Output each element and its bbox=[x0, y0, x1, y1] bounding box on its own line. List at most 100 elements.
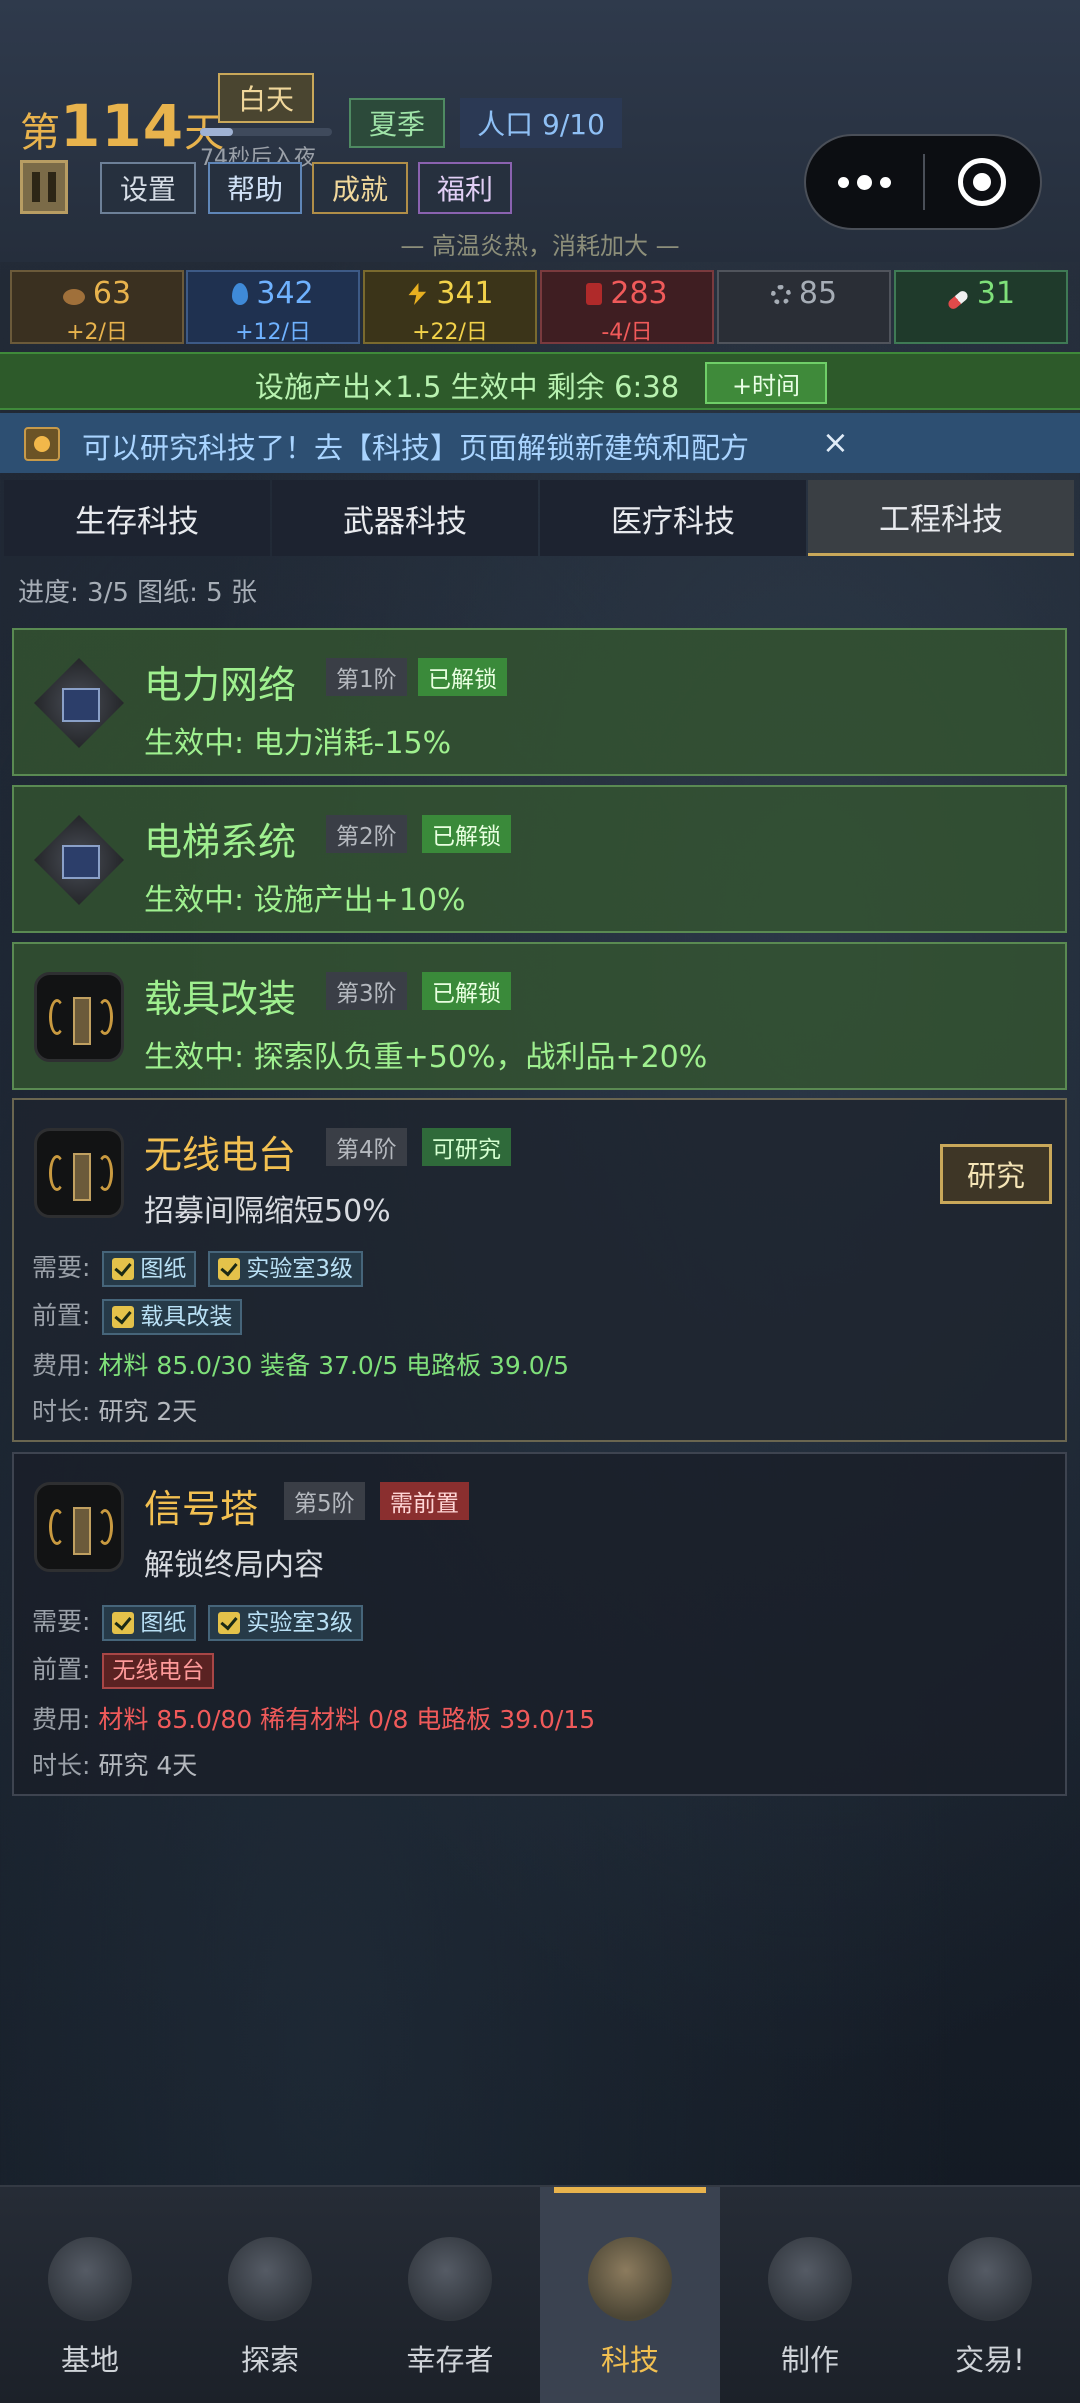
notice-text: 可以研究科技了！去【科技】页面解锁新建筑和配方 bbox=[82, 431, 750, 465]
status-badge: 可研究 bbox=[422, 1128, 511, 1166]
tech-flask-icon bbox=[588, 2237, 672, 2321]
resource-water[interactable]: 342 +12/日 bbox=[186, 270, 360, 345]
nav-craft[interactable]: 制作 bbox=[720, 2187, 900, 2403]
tech-effect: 生效中: 电力消耗-15% bbox=[144, 726, 452, 761]
welfare-button[interactable]: 福利 bbox=[418, 162, 512, 214]
day-prefix: 第 bbox=[20, 110, 60, 156]
requirements-row: 需要: 图纸 实验室3级 bbox=[32, 1602, 363, 1641]
prerequisite-chip: 载具改装 bbox=[102, 1299, 243, 1335]
resource-rate: -4/日 bbox=[601, 320, 653, 345]
base-icon bbox=[48, 2237, 132, 2321]
nav-survivors[interactable]: 幸存者 bbox=[360, 2187, 540, 2403]
tech-tier: 第5阶 bbox=[284, 1482, 365, 1520]
resource-rate: +12/日 bbox=[235, 320, 311, 345]
resource-energy[interactable]: 341 +22/日 bbox=[363, 270, 537, 345]
tech-effect: 生效中: 探索队负重+50%，战利品+20% bbox=[144, 1040, 708, 1075]
pill-icon bbox=[946, 289, 970, 311]
tech-effect: 解锁终局内容 bbox=[144, 1548, 324, 1583]
resource-value: 63 bbox=[92, 276, 132, 311]
radio-tower-icon bbox=[34, 1128, 124, 1218]
resource-value: 342 bbox=[256, 276, 314, 311]
research-notice[interactable]: 可以研究科技了！去【科技】页面解锁新建筑和配方 × bbox=[0, 413, 1080, 473]
nav-trade[interactable]: 交易! bbox=[900, 2187, 1080, 2403]
survivors-icon bbox=[408, 2237, 492, 2321]
cost-row: 费用: 材料 85.0/30 装备 37.0/5 电路板 39.0/5 bbox=[32, 1351, 570, 1380]
daytime-progress-bar bbox=[200, 128, 332, 136]
resource-value: 341 bbox=[436, 276, 494, 311]
duration-value: 研究 2天 bbox=[98, 1397, 198, 1426]
more-menu-icon[interactable] bbox=[806, 174, 923, 190]
tech-card-signal-tower[interactable]: 信号塔 第5阶 需前置 解锁终局内容 需要: 图纸 实验室3级 前置: 无线电台… bbox=[12, 1452, 1067, 1796]
prerequisites-row: 前置: 载具改装 bbox=[32, 1296, 243, 1335]
add-time-button[interactable]: +时间 bbox=[705, 362, 827, 404]
trade-icon bbox=[948, 2237, 1032, 2321]
energy-icon bbox=[408, 283, 427, 305]
requirement-chip: 图纸 bbox=[102, 1251, 197, 1287]
prerequisite-chip-missing: 无线电台 bbox=[102, 1653, 215, 1689]
tech-title: 无线电台 bbox=[144, 1133, 297, 1177]
research-button[interactable]: 研究 bbox=[940, 1144, 1052, 1204]
tech-tier: 第2阶 bbox=[326, 815, 407, 853]
tab-survival-tech[interactable]: 生存科技 bbox=[4, 480, 270, 556]
close-miniprogram-icon[interactable] bbox=[925, 158, 1040, 206]
day-number: 114 bbox=[60, 92, 185, 160]
tech-card-elevator[interactable]: 电梯系统 第2阶 已解锁 生效中: 设施产出+10% bbox=[12, 785, 1067, 933]
check-icon bbox=[218, 1258, 241, 1280]
nav-explore[interactable]: 探索 bbox=[180, 2187, 360, 2403]
power-grid-icon bbox=[34, 658, 124, 748]
tab-medical-tech[interactable]: 医疗科技 bbox=[540, 480, 806, 556]
water-icon bbox=[232, 283, 249, 305]
nav-base[interactable]: 基地 bbox=[0, 2187, 180, 2403]
check-icon bbox=[112, 1258, 135, 1280]
day-counter: 第114天 bbox=[20, 92, 224, 160]
status-badge: 已解锁 bbox=[418, 658, 507, 696]
cost-values: 材料 85.0/80 稀有材料 0/8 电路板 39.0/15 bbox=[98, 1705, 596, 1734]
status-badge: 已解锁 bbox=[422, 972, 511, 1010]
tech-card-power-grid[interactable]: 电力网络 第1阶 已解锁 生效中: 电力消耗-15% bbox=[12, 628, 1067, 776]
resource-food[interactable]: 63 +2/日 bbox=[10, 270, 184, 345]
tech-card-radio-station[interactable]: 无线电台 第4阶 可研究 招募间隔缩短50% 研究 需要: 图纸 实验室3级 前… bbox=[12, 1098, 1067, 1442]
tech-card-vehicle-mod[interactable]: 载具改装 第3阶 已解锁 生效中: 探索队负重+50%，战利品+20% bbox=[12, 942, 1067, 1090]
tech-tabs: 生存科技 武器科技 医疗科技 工程科技 bbox=[0, 480, 1080, 556]
close-icon[interactable]: × bbox=[822, 423, 849, 461]
vehicle-mod-icon bbox=[34, 972, 124, 1062]
daytime-badge: 白天 bbox=[218, 73, 314, 123]
requirements-row: 需要: 图纸 实验室3级 bbox=[32, 1248, 363, 1287]
cost-values: 材料 85.0/30 装备 37.0/5 电路板 39.0/5 bbox=[98, 1351, 570, 1380]
food-icon bbox=[62, 289, 85, 305]
population-badge: 人口 9/10 bbox=[460, 98, 622, 148]
resource-fuel[interactable]: 283 -4/日 bbox=[540, 270, 714, 345]
gear-icon bbox=[770, 285, 791, 305]
resource-value: 85 bbox=[798, 276, 838, 311]
duration-row: 时长: 研究 2天 bbox=[32, 1397, 198, 1426]
duration-row: 时长: 研究 4天 bbox=[32, 1751, 198, 1780]
miniprogram-capsule bbox=[804, 134, 1042, 230]
tech-title: 载具改装 bbox=[144, 977, 297, 1021]
cost-row: 费用: 材料 85.0/80 稀有材料 0/8 电路板 39.0/15 bbox=[32, 1705, 596, 1734]
tech-progress: 进度: 3/5 图纸: 5 张 bbox=[18, 578, 257, 608]
resource-parts[interactable]: 85 bbox=[717, 270, 891, 344]
signal-tower-icon bbox=[34, 1482, 124, 1572]
achievements-button[interactable]: 成就 bbox=[312, 162, 408, 214]
tech-title: 信号塔 bbox=[144, 1487, 259, 1531]
tech-title: 电力网络 bbox=[144, 663, 297, 707]
tech-tier: 第3阶 bbox=[326, 972, 407, 1010]
tab-engineering-tech[interactable]: 工程科技 bbox=[808, 480, 1074, 556]
resource-value: 31 bbox=[976, 276, 1016, 311]
help-button[interactable]: 帮助 bbox=[208, 162, 302, 214]
settings-button[interactable]: 设置 bbox=[100, 162, 196, 214]
tech-notice-icon bbox=[24, 427, 60, 461]
weather-hint: — 高温炎热，消耗加大 — bbox=[400, 232, 680, 260]
nav-tech[interactable]: 科技 bbox=[540, 2187, 720, 2403]
daytime-progress-fill bbox=[200, 128, 233, 136]
requirement-chip: 实验室3级 bbox=[208, 1605, 363, 1641]
check-icon bbox=[112, 1612, 135, 1634]
boost-text: 设施产出×1.5 生效中 剩余 6:38 bbox=[255, 370, 680, 404]
resource-medicine[interactable]: 31 bbox=[894, 270, 1068, 344]
status-badge: 已解锁 bbox=[422, 815, 511, 853]
resource-rate: +2/日 bbox=[66, 320, 128, 345]
check-icon bbox=[112, 1306, 135, 1328]
tech-effect: 生效中: 设施产出+10% bbox=[144, 883, 466, 918]
pause-button[interactable] bbox=[20, 160, 68, 214]
tab-weapon-tech[interactable]: 武器科技 bbox=[272, 480, 538, 556]
